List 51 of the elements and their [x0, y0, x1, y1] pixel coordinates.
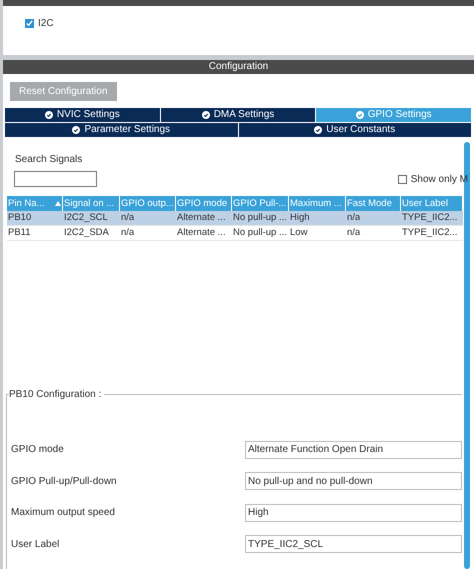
table-cell: Alternate ... — [176, 226, 232, 241]
section-header: Configuration — [3, 60, 474, 74]
checkbox[interactable] — [25, 19, 34, 28]
table-cell: No pull-up ... — [232, 226, 289, 241]
table-cell: No pull-up ... — [232, 211, 289, 226]
checkbox-label: I2C — [38, 17, 54, 31]
check-icon — [356, 111, 364, 119]
table-cell: Alternate ... — [176, 211, 232, 226]
input-field[interactable]: TYPE_IIC2_SCL — [245, 535, 462, 554]
column-header[interactable]: GPIO outp... — [120, 196, 176, 211]
tab[interactable]: User Constants — [238, 123, 471, 137]
tab[interactable]: GPIO Settings — [316, 108, 472, 122]
check-icon — [72, 126, 80, 134]
column-header[interactable]: User Label — [401, 196, 463, 211]
field-label: Search Signals — [15, 153, 84, 167]
field-label: GPIO Pull-up/Pull-down — [10, 474, 118, 489]
table-cell: I2C2_SDA — [63, 226, 120, 241]
table-cell: TYPE_IIC2... — [401, 226, 463, 241]
field-label: User Label — [10, 538, 60, 552]
check-icon — [202, 111, 210, 119]
table-cell: n/a — [120, 226, 176, 241]
tab[interactable]: Parameter Settings — [5, 123, 238, 137]
reset-button[interactable]: Reset Configuration — [10, 82, 117, 101]
column-header[interactable]: Maximum ... — [289, 196, 346, 211]
table-cell: I2C2_SCL — [63, 211, 120, 226]
column-header[interactable]: Pin Na... — [7, 196, 63, 211]
tab[interactable]: NVIC Settings — [5, 108, 160, 122]
check-icon — [44, 111, 53, 119]
checkbox-label: Show only M — [410, 173, 468, 187]
table-cell: n/a — [346, 226, 401, 241]
check-icon — [314, 126, 322, 134]
table-cell: PB11 — [7, 226, 63, 241]
column-header[interactable]: GPIO Pull-... — [232, 196, 289, 211]
table-cell: TYPE_IIC2... — [401, 211, 463, 226]
search-field[interactable] — [14, 171, 97, 187]
column-header[interactable]: Fast Mode — [346, 196, 401, 211]
input-field[interactable]: High — [245, 504, 462, 522]
table-cell: n/a — [346, 211, 401, 226]
table-cell: n/a — [120, 211, 176, 226]
field-label: Maximum output speed — [10, 506, 116, 520]
input-field[interactable]: No pull-up and no pull-down — [245, 472, 462, 490]
field-label: GPIO mode — [10, 443, 65, 458]
group-title: PB10 Configuration : — [9, 388, 104, 401]
checkbox[interactable] — [398, 175, 407, 184]
table-cell: PB10 — [7, 211, 63, 226]
tab[interactable]: DMA Settings — [160, 108, 316, 122]
input-field[interactable]: Alternate Function Open Drain — [245, 440, 462, 459]
column-header[interactable]: GPIO mode — [176, 196, 232, 211]
table-cell: High — [289, 211, 346, 226]
table-cell: Low — [289, 226, 346, 241]
column-header[interactable]: Signal on ... — [63, 196, 120, 211]
